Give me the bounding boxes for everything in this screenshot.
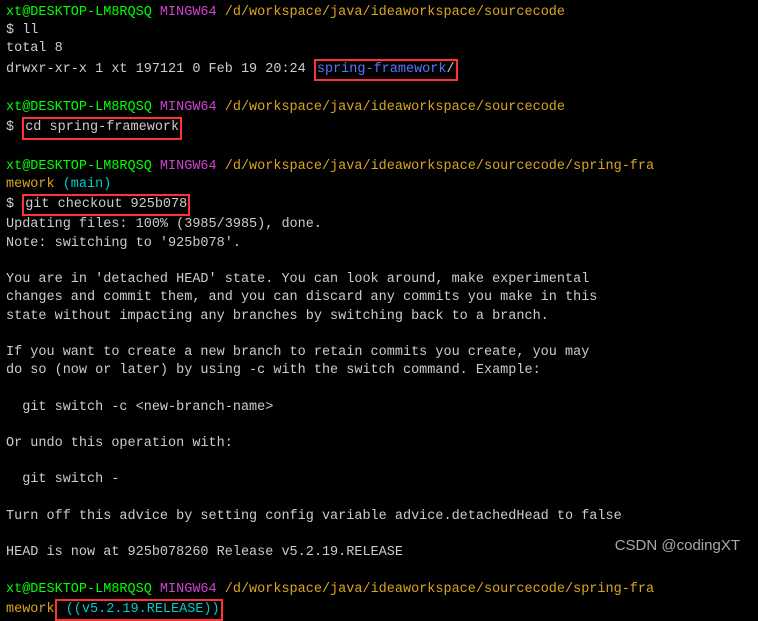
dir-name: spring-framework [317, 62, 447, 77]
prompt-path-wrap: mework [6, 602, 55, 617]
prompt-line-2: xt@DESKTOP-LM8RQSQ MINGW64 /d/workspace/… [6, 99, 752, 117]
command-cd[interactable]: $ cd spring-framework [6, 117, 752, 139]
output-detached-1: You are in 'detached HEAD' state. You ca… [6, 271, 752, 289]
blank-line [6, 380, 752, 398]
prompt-user: xt@DESKTOP-LM8RQSQ [6, 5, 152, 20]
prompt-line-1: xt@DESKTOP-LM8RQSQ MINGW64 /d/workspace/… [6, 4, 752, 22]
prompt-line-3a: xt@DESKTOP-LM8RQSQ MINGW64 /d/workspace/… [6, 158, 752, 176]
prompt-path: /d/workspace/java/ideaworkspace/sourceco… [217, 100, 565, 115]
output-total: total 8 [6, 40, 752, 58]
dir-slash: / [446, 62, 454, 77]
blank-line [6, 453, 752, 471]
output-note: Note: switching to '925b078'. [6, 235, 752, 253]
prompt-mingw: MINGW64 [152, 100, 217, 115]
highlight-spring-dir: spring-framework/ [314, 59, 458, 81]
prompt-mingw: MINGW64 [152, 5, 217, 20]
output-detached-2: changes and commit them, and you can dis… [6, 289, 752, 307]
blank-line [6, 490, 752, 508]
output-dir-listing: drwxr-xr-x 1 xt 197121 0 Feb 19 20:24 sp… [6, 59, 752, 81]
output-advice: Turn off this advice by setting config v… [6, 508, 752, 526]
watermark: CSDN @codingXT [615, 536, 740, 556]
output-updating: Updating files: 100% (3985/3985), done. [6, 216, 752, 234]
command-git-checkout[interactable]: $ git checkout 925b078 [6, 194, 752, 216]
prompt-path-wrap: mework [6, 177, 55, 192]
output-undo-label: Or undo this operation with: [6, 435, 752, 453]
blank-line [6, 326, 752, 344]
prompt-line-4a: xt@DESKTOP-LM8RQSQ MINGW64 /d/workspace/… [6, 581, 752, 599]
output-switch-dash: git switch - [6, 471, 752, 489]
prompt-line-3b: mework (main) [6, 176, 752, 194]
prompt-path: /d/workspace/java/ideaworkspace/sourceco… [217, 582, 654, 597]
prompt-branch-release: ((v5.2.19.RELEASE)) [58, 602, 220, 617]
blank-line [6, 81, 752, 99]
command-ll[interactable]: $ ll [6, 22, 752, 40]
prompt-user: xt@DESKTOP-LM8RQSQ [6, 582, 152, 597]
prompt-line-4b: mework ((v5.2.19.RELEASE)) [6, 599, 752, 621]
highlight-checkout-cmd: git checkout 925b078 [22, 194, 190, 216]
blank-line [6, 417, 752, 435]
prompt-mingw: MINGW64 [152, 582, 217, 597]
output-switch-example: git switch -c <new-branch-name> [6, 399, 752, 417]
prompt-path: /d/workspace/java/ideaworkspace/sourceco… [217, 159, 654, 174]
prompt-dollar: $ [6, 120, 22, 135]
prompt-user: xt@DESKTOP-LM8RQSQ [6, 159, 152, 174]
prompt-path: /d/workspace/java/ideaworkspace/sourceco… [217, 5, 565, 20]
highlight-cd-cmd: cd spring-framework [22, 117, 182, 139]
prompt-user: xt@DESKTOP-LM8RQSQ [6, 100, 152, 115]
prompt-mingw: MINGW64 [152, 159, 217, 174]
output-detached-3: state without impacting any branches by … [6, 308, 752, 326]
blank-line [6, 140, 752, 158]
blank-line [6, 563, 752, 581]
dir-perms: drwxr-xr-x 1 xt 197121 0 Feb 19 20:24 [6, 62, 314, 77]
prompt-dollar: $ [6, 197, 22, 212]
prompt-branch: (main) [55, 177, 112, 192]
highlight-version-tag: ((v5.2.19.RELEASE)) [55, 599, 223, 621]
output-newbranch-2: do so (now or later) by using -c with th… [6, 362, 752, 380]
blank-line [6, 253, 752, 271]
output-newbranch-1: If you want to create a new branch to re… [6, 344, 752, 362]
